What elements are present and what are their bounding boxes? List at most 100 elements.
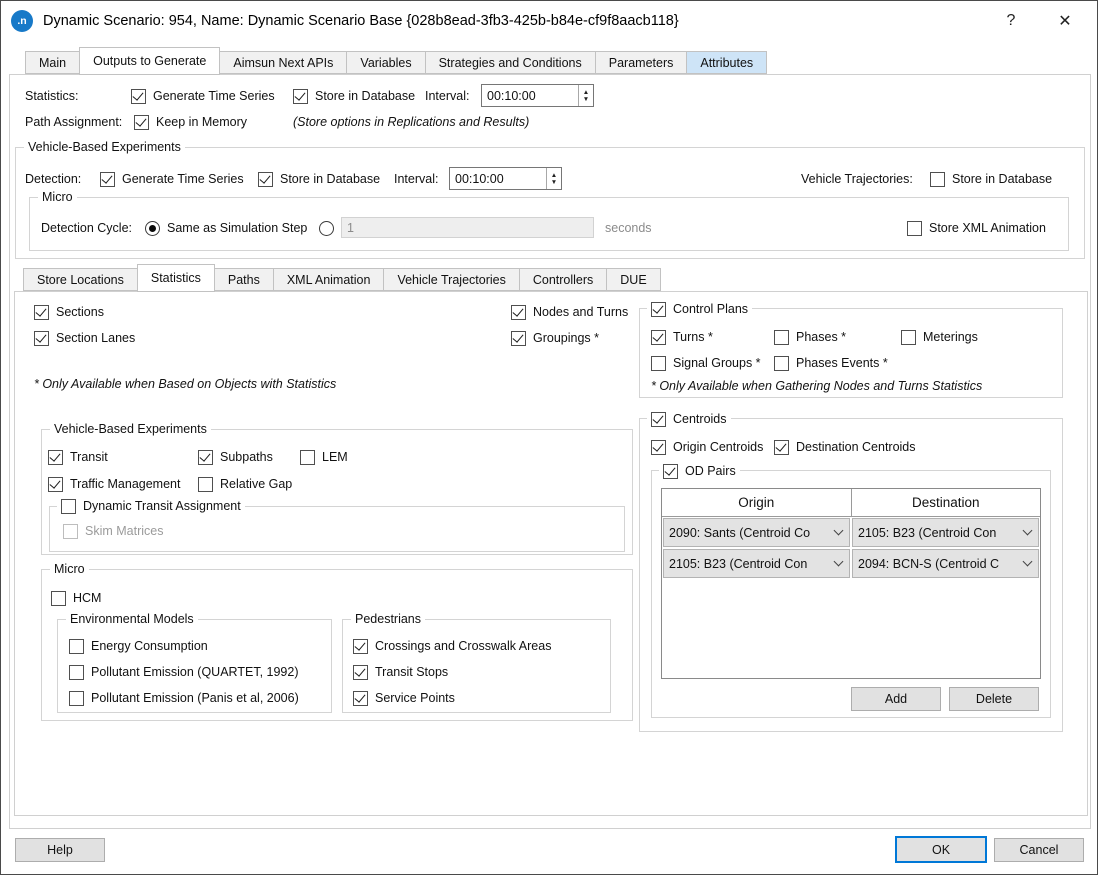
tab-strategies-and-conditions[interactable]: Strategies and Conditions — [426, 51, 596, 74]
keep-in-memory-checkbox[interactable]: Keep in Memory — [134, 113, 247, 131]
checkbox-label: Signal Groups * — [673, 356, 761, 370]
tab-variables[interactable]: Variables — [347, 51, 425, 74]
generate-time-series-checkbox[interactable]: Generate Time Series — [131, 87, 275, 105]
checkbox-icon — [198, 477, 213, 492]
checkbox-label: Generate Time Series — [153, 89, 275, 103]
chevron-down-icon — [1023, 526, 1033, 536]
checkbox-label: OD Pairs — [685, 464, 736, 478]
checkbox-icon — [651, 440, 666, 455]
spin-up-icon[interactable]: ▲ — [583, 90, 589, 95]
checkbox-label: Sections — [56, 305, 104, 319]
spin-down-icon[interactable]: ▼ — [583, 97, 589, 102]
tab-controllers[interactable]: Controllers — [520, 268, 607, 291]
groupings-checkbox[interactable]: Groupings * — [511, 329, 599, 347]
aimsun-logo-icon: .n — [11, 10, 33, 32]
same-as-simulation-step-radio[interactable]: Same as Simulation Step — [145, 219, 307, 237]
hcm-checkbox[interactable]: HCM — [51, 589, 101, 607]
pollutant-emission-quartet-checkbox[interactable]: Pollutant Emission (QUARTET, 1992) — [69, 663, 299, 681]
dynamic-transit-assignment-checkbox[interactable]: Dynamic Transit Assignment — [57, 497, 245, 515]
tab-attributes[interactable]: Attributes — [687, 51, 767, 74]
vehicle-trajectories-label: Vehicle Trajectories: — [801, 172, 913, 186]
control-plans-checkbox[interactable]: Control Plans — [647, 300, 752, 318]
checkbox-label: Control Plans — [673, 302, 748, 316]
close-icon[interactable]: ✕ — [1043, 11, 1087, 31]
add-button[interactable]: Add — [851, 687, 941, 711]
table-empty-area — [662, 579, 1040, 678]
turns-checkbox[interactable]: Turns * — [651, 328, 713, 346]
destination-dropdown[interactable]: 2094: BCN-S (Centroid C — [852, 549, 1039, 578]
chevron-down-icon — [834, 526, 844, 536]
origin-dropdown[interactable]: 2105: B23 (Centroid Con — [663, 549, 850, 578]
origin-cell: 2105: B23 (Centroid Con — [662, 548, 851, 579]
subpaths-checkbox[interactable]: Subpaths — [198, 448, 273, 466]
section-lanes-checkbox[interactable]: Section Lanes — [34, 329, 135, 347]
checkbox-label: Keep in Memory — [156, 115, 247, 129]
delete-button[interactable]: Delete — [949, 687, 1039, 711]
custom-cycle-radio[interactable] — [319, 219, 334, 237]
spin-down-icon[interactable]: ▼ — [551, 180, 557, 185]
checkbox-label: Subpaths — [220, 450, 273, 464]
tab-store-locations[interactable]: Store Locations — [23, 268, 138, 291]
store-in-database-checkbox[interactable]: Store in Database — [293, 87, 415, 105]
window-title: Dynamic Scenario: 954, Name: Dynamic Sce… — [43, 13, 979, 29]
destination-centroids-checkbox[interactable]: Destination Centroids — [774, 438, 916, 456]
tab-parameters[interactable]: Parameters — [596, 51, 688, 74]
origin-dropdown[interactable]: 2090: Sants (Centroid Co — [663, 518, 850, 547]
checkbox-icon — [51, 591, 66, 606]
destination-dropdown[interactable]: 2105: B23 (Centroid Con — [852, 518, 1039, 547]
checkbox-label: Store in Database — [280, 172, 380, 186]
lem-checkbox[interactable]: LEM — [300, 448, 348, 466]
transit-stops-checkbox[interactable]: Transit Stops — [353, 663, 448, 681]
tab-aimsun-next-apis[interactable]: Aimsun Next APIs — [220, 51, 347, 74]
checkbox-label: Groupings * — [533, 331, 599, 345]
transit-checkbox[interactable]: Transit — [48, 448, 108, 466]
pollutant-emission-panis-checkbox[interactable]: Pollutant Emission (Panis et al, 2006) — [69, 689, 299, 707]
tab-outputs-to-generate[interactable]: Outputs to Generate — [79, 47, 220, 75]
centroids-checkbox[interactable]: Centroids — [647, 410, 731, 428]
phases-checkbox[interactable]: Phases * — [774, 328, 846, 346]
energy-consumption-checkbox[interactable]: Energy Consumption — [69, 637, 208, 655]
radio-icon — [319, 221, 334, 236]
sections-checkbox[interactable]: Sections — [34, 303, 104, 321]
cancel-button[interactable]: Cancel — [994, 838, 1084, 862]
tab-main[interactable]: Main — [25, 51, 80, 74]
checkbox-icon — [511, 305, 526, 320]
checkbox-icon — [134, 115, 149, 130]
statistics-availability-note: * Only Available when Based on Objects w… — [34, 377, 336, 391]
checkbox-icon — [48, 450, 63, 465]
detection-generate-time-series-checkbox[interactable]: Generate Time Series — [100, 170, 244, 188]
cycle-seconds-input — [341, 217, 594, 238]
traffic-management-checkbox[interactable]: Traffic Management — [48, 475, 180, 493]
dynamic-scenario-dialog: .n Dynamic Scenario: 954, Name: Dynamic … — [0, 0, 1098, 875]
spin-up-icon[interactable]: ▲ — [551, 173, 557, 178]
checkbox-label: Skim Matrices — [85, 524, 163, 538]
checkbox-icon — [63, 524, 78, 539]
signal-groups-checkbox[interactable]: Signal Groups * — [651, 354, 761, 372]
origin-centroids-checkbox[interactable]: Origin Centroids — [651, 438, 763, 456]
tab-xml-animation[interactable]: XML Animation — [274, 268, 385, 291]
od-pairs-checkbox[interactable]: OD Pairs — [659, 462, 740, 480]
checkbox-label: Traffic Management — [70, 477, 180, 491]
vehicle-trajectories-store-checkbox[interactable]: Store in Database — [930, 170, 1052, 188]
nodes-and-turns-checkbox[interactable]: Nodes and Turns — [511, 303, 628, 321]
phases-events-checkbox[interactable]: Phases Events * — [774, 354, 888, 372]
checkbox-label: HCM — [73, 591, 101, 605]
store-xml-animation-checkbox[interactable]: Store XML Animation — [907, 219, 1046, 237]
tab-paths[interactable]: Paths — [215, 268, 274, 291]
tab-due[interactable]: DUE — [607, 268, 660, 291]
detection-interval-spinner[interactable]: ▲▼ — [546, 168, 561, 189]
detection-label: Detection: — [25, 172, 81, 186]
tab-vehicle-trajectories[interactable]: Vehicle Trajectories — [384, 268, 519, 291]
checkbox-icon — [663, 464, 678, 479]
meterings-checkbox[interactable]: Meterings — [901, 328, 978, 346]
help-icon[interactable]: ? — [989, 12, 1033, 30]
ok-button[interactable]: OK — [895, 836, 987, 863]
crossings-checkbox[interactable]: Crossings and Crosswalk Areas — [353, 637, 551, 655]
interval-spinner[interactable]: ▲▼ — [578, 85, 593, 106]
radio-label: Same as Simulation Step — [167, 221, 307, 235]
relative-gap-checkbox[interactable]: Relative Gap — [198, 475, 292, 493]
detection-store-in-database-checkbox[interactable]: Store in Database — [258, 170, 380, 188]
help-button[interactable]: Help — [15, 838, 105, 862]
tab-statistics[interactable]: Statistics — [137, 264, 215, 292]
service-points-checkbox[interactable]: Service Points — [353, 689, 455, 707]
